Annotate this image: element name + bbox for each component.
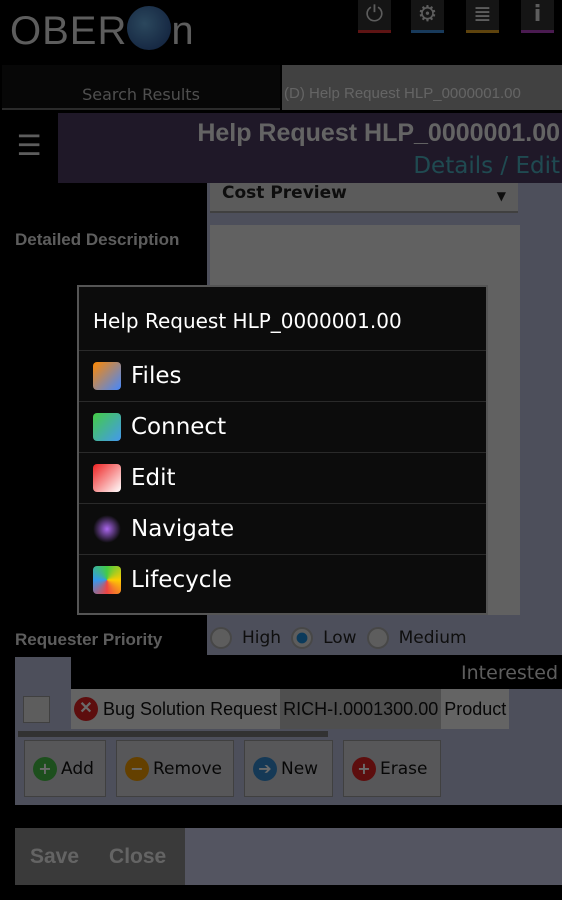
context-menu-dialog: Help Request HLP_0000001.00 Files Connec… [77, 285, 488, 615]
new-button[interactable]: ➔ New [244, 740, 333, 797]
page-title: Help Request HLP_0000001.00 [197, 119, 560, 147]
radio-low-label: Low [323, 628, 357, 648]
gear-icon[interactable]: ⚙ [411, 0, 444, 33]
list-icon[interactable]: ≣ [466, 0, 499, 33]
menu-item-edit[interactable]: Edit [79, 452, 486, 503]
minus-icon: − [125, 756, 149, 781]
title-bar: Help Request HLP_0000001.00 Details / Ed… [58, 113, 562, 183]
radio-low[interactable] [291, 627, 314, 649]
menu-item-navigate[interactable]: Navigate [79, 503, 486, 554]
erase-icon: + [352, 756, 376, 781]
row-checkbox[interactable] [23, 696, 50, 723]
arrow-right-icon: ➔ [253, 756, 277, 781]
horizontal-scrollbar[interactable] [18, 731, 328, 737]
radio-high[interactable] [210, 627, 232, 649]
connect-icon [93, 413, 121, 441]
error-icon: ✕ [74, 697, 98, 721]
plus-icon: + [33, 756, 57, 781]
erase-button[interactable]: + Erase [343, 740, 441, 797]
close-button[interactable]: Close [109, 845, 166, 869]
remove-button[interactable]: − Remove [116, 740, 234, 797]
radio-medium[interactable] [366, 627, 389, 649]
priority-label: Requester Priority [15, 630, 163, 649]
menu-item-files[interactable]: Files [79, 350, 486, 401]
edit-icon [93, 464, 121, 492]
row-type: Product [441, 689, 510, 729]
tab-search-results[interactable]: Search Results [2, 65, 280, 110]
radio-medium-label: Medium [398, 628, 467, 648]
radio-high-label: High [242, 628, 282, 648]
save-button[interactable]: Save [30, 845, 79, 869]
row-id: RICH-I.0001300.00 [280, 689, 442, 729]
detailed-description-label: Detailed Description [15, 230, 180, 249]
tab-help-request[interactable]: (D) Help Request HLP_0000001.00 [282, 65, 562, 110]
info-icon[interactable]: i [521, 0, 554, 33]
row-name: Bug Solution Request [103, 698, 278, 719]
menu-item-connect[interactable]: Connect [79, 401, 486, 452]
table-header-label: Interested [461, 662, 558, 684]
power-icon[interactable]: ⏻ [358, 0, 391, 33]
cost-preview-label: Cost Preview [222, 183, 347, 203]
table-row[interactable]: ✕ Bug Solution Request RICH-I.0001300.00 … [71, 689, 562, 729]
navigate-icon [93, 515, 121, 543]
oberon-logo: OBER n [10, 6, 195, 54]
menu-icon[interactable]: ☰ [0, 113, 58, 183]
cost-preview-dropdown[interactable]: Cost Preview ▼ [210, 183, 518, 213]
add-button[interactable]: + Add [24, 740, 106, 797]
table-header: Interested [71, 657, 562, 689]
lifecycle-icon [93, 566, 121, 594]
breadcrumb: Details / Edit [413, 153, 560, 179]
menu-item-lifecycle[interactable]: Lifecycle [79, 554, 486, 605]
dialog-title: Help Request HLP_0000001.00 [93, 309, 402, 333]
chevron-down-icon: ▼ [496, 189, 506, 203]
files-icon [93, 362, 121, 390]
